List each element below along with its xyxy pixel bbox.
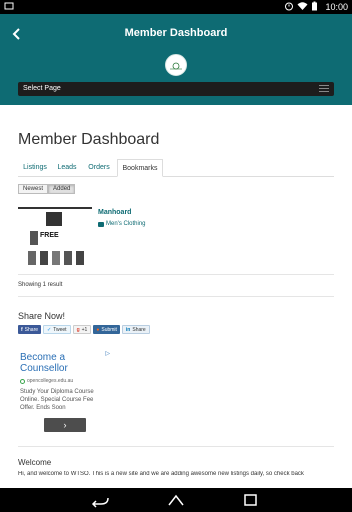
facebook-share-button[interactable]: f Share [18, 325, 42, 334]
clock: 10:00 [325, 2, 348, 12]
google-plus-button[interactable]: g +1 [72, 325, 92, 334]
nav-back-icon[interactable] [86, 492, 116, 508]
tab-leads[interactable]: Leads [52, 159, 82, 177]
reddit-submit-button[interactable]: ● Submit [93, 325, 120, 334]
tab-orders[interactable]: Orders [82, 159, 116, 177]
linkedin-icon: in [125, 326, 131, 333]
folder-icon [98, 221, 104, 227]
tab-bookmarks[interactable]: Bookmarks [117, 159, 163, 177]
app-bar-title: Member Dashboard [124, 27, 228, 39]
page-title: Member Dashboard [18, 131, 160, 148]
ad-body: Study Your Diploma Course Online. Specia… [20, 389, 94, 411]
thumb-free-text: FREE [40, 232, 59, 239]
select-page-dropdown[interactable]: Select Page [18, 82, 334, 96]
listing-category-label[interactable]: Men's Clothing [106, 221, 146, 227]
status-bar: 10:00 [0, 0, 352, 14]
reddit-icon: ● [96, 326, 100, 333]
app-bar: Member Dashboard [0, 14, 352, 54]
facebook-icon: f [21, 326, 23, 333]
select-page-label: Select Page [23, 85, 61, 92]
twitter-bird-icon: ✓ [47, 326, 52, 333]
ad-url: opencolleges.edu.au [20, 378, 73, 384]
listing-title-link[interactable]: Manhoard [98, 209, 131, 216]
advertisement[interactable]: Become a Counsellor ▷ opencolleges.edu.a… [18, 348, 110, 438]
ad-choices-icon[interactable]: ▷ [105, 350, 110, 357]
tab-listings[interactable]: Listings [18, 159, 52, 177]
battery-icon [312, 1, 317, 11]
google-plus-icon: g [76, 326, 80, 333]
system-nav-bar [0, 488, 352, 512]
ad-arrow-button[interactable]: › [44, 418, 86, 432]
dashboard-tabs: Listings Leads Orders Bookmarks [18, 159, 334, 177]
menu-icon [319, 85, 329, 93]
share-buttons: f Share ✓ Tweet g +1 ● Submit in Share [18, 325, 150, 335]
divider [18, 446, 334, 447]
ad-title[interactable]: Become a Counsellor [20, 352, 100, 374]
site-header: Select Page [0, 54, 352, 105]
sort-newest-button[interactable]: Newest [18, 184, 49, 194]
site-logo[interactable] [165, 54, 187, 76]
listing-category[interactable]: Men's Clothing [98, 221, 146, 227]
sort-toggle: Newest Added [18, 184, 76, 194]
linkedin-share-button[interactable]: in Share [121, 325, 150, 334]
notification-icon [4, 1, 14, 13]
logo-mark-icon [166, 61, 186, 72]
divider [18, 296, 334, 297]
sort-added-button[interactable]: Added [48, 184, 76, 194]
twitter-tweet-button[interactable]: ✓ Tweet [43, 325, 71, 334]
welcome-heading: Welcome [18, 458, 52, 467]
bookmark-listing[interactable]: FREE Manhoard Men's Clothing [18, 207, 334, 269]
results-count: Showing 1 result [18, 282, 63, 288]
ad-url-icon [20, 378, 25, 384]
thumb-model-image [46, 212, 62, 226]
alarm-icon [285, 2, 293, 11]
divider [18, 274, 334, 275]
nav-recents-icon[interactable] [236, 492, 266, 508]
nav-home-icon[interactable] [161, 492, 191, 508]
wifi-icon [297, 2, 308, 10]
share-heading: Share Now! [18, 311, 66, 321]
welcome-text: Hi, and welcome to WTSO. This is a new s… [18, 471, 304, 477]
listing-thumbnail[interactable]: FREE [18, 207, 92, 267]
